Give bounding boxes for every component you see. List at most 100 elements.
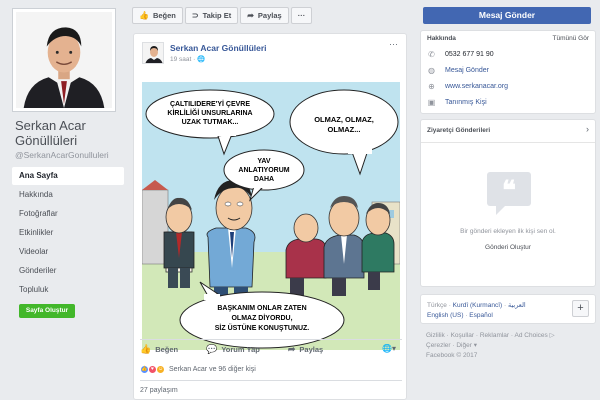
language-kurdish[interactable]: Kurdî (Kurmancî): [453, 302, 503, 309]
nav-item-posts[interactable]: Gönderiler: [12, 262, 124, 280]
nav-item-community[interactable]: Topluluk: [12, 281, 124, 299]
nav-item-about[interactable]: Hakkında: [12, 186, 124, 204]
language-spanish[interactable]: Español: [469, 312, 493, 319]
bubble-2-line-1: OLMAZ, OLMAZ,: [314, 115, 374, 124]
post-author-name[interactable]: Serkan Acar Gönüllüleri: [170, 43, 267, 53]
globe-icon: ⊕: [428, 82, 435, 91]
profile-picture[interactable]: [12, 8, 116, 112]
page-nav: Ana Sayfa Hakkında Fotoğraflar Etkinlikl…: [12, 167, 124, 300]
language-card: Türkçe · Kurdî (Kurmancî) · العربية Engl…: [420, 294, 596, 324]
current-language: Türkçe: [427, 302, 447, 309]
language-english[interactable]: English (US): [427, 312, 463, 319]
svg-text:❝: ❝: [502, 176, 516, 206]
category-row[interactable]: ▣ Tanınmış Kişi: [427, 98, 487, 107]
share-arrow-icon: ➦: [247, 11, 254, 20]
bubble-1-line-3: UZAK TUTMAK...: [182, 119, 239, 126]
bubble-2-line-2: OLMAZ...: [328, 125, 361, 134]
send-message-button[interactable]: Mesaj Gönder: [423, 7, 591, 24]
bubble-3-line-2: ANLATIYORUM: [238, 167, 289, 174]
follow-label: Takip Et: [202, 11, 232, 20]
bubble-4-line-2: OLMAZ DİYORDU,: [231, 314, 292, 322]
like-page-label: Beğen: [152, 11, 176, 20]
about-card: Hakkında Tümünü Gör ✆ 0532 677 91 90 ◍ M…: [420, 30, 596, 114]
haha-reaction-icon: ☺: [156, 364, 165, 374]
post-author-avatar[interactable]: [142, 42, 164, 64]
nav-item-events[interactable]: Etkinlikler: [12, 224, 124, 242]
bubble-1-line-1: ÇALTILIDERE'Yİ ÇEVRE: [170, 100, 250, 108]
comment-icon: 💬: [206, 344, 218, 354]
language-arabic[interactable]: العربية: [508, 302, 526, 309]
post-time: 19 saat: [170, 56, 192, 63]
footer-link-ads[interactable]: Reklamlar: [480, 332, 509, 339]
bubble-4-line-1: BAŞKANIM ONLAR ZATEN: [217, 305, 306, 312]
add-language-button[interactable]: +: [572, 300, 589, 317]
shares-count[interactable]: 27 paylaşım: [140, 380, 402, 394]
bubble-4-line-3: SİZ ÜSTÜNE KONUŞTUNUZ.: [215, 323, 310, 332]
globe-icon: · 🌐: [193, 56, 206, 63]
post-comment-button[interactable]: 💬 Yorum Yap: [206, 344, 260, 355]
footer-copyright: Facebook © 2017: [426, 352, 478, 359]
post-action-bar: 👍 Beğen 💬 Yorum Yap ➦ Paylaş 🌐▾: [140, 339, 402, 359]
divider: [421, 142, 595, 143]
left-column: Serkan Acar Gönüllüleri @SerkanAcarGonul…: [4, 0, 125, 400]
person-icon: ▣: [427, 98, 436, 107]
footer-links: Gizlilik · Koşullar · Reklamlar · Ad Cho…: [426, 332, 555, 359]
about-title: Hakkında: [427, 35, 456, 42]
footer-link-cookies[interactable]: Çerezler: [426, 342, 451, 349]
more-actions-button[interactable]: ···: [290, 7, 313, 24]
message-row[interactable]: ◍ Mesaj Gönder: [427, 66, 489, 75]
avatar-photo: [143, 43, 163, 63]
phone-number: 0532 677 91 90: [445, 51, 494, 58]
follow-button[interactable]: ⊃ Takip Et: [184, 7, 239, 24]
page-action-bar: 👍 Beğen ⊃ Takip Et ➦ Paylaş ···: [132, 7, 314, 24]
post-share-label: Paylaş: [299, 345, 324, 354]
bubble-3-line-1: YAV: [257, 158, 271, 165]
share-page-label: Paylaş: [257, 11, 282, 20]
nav-item-photos[interactable]: Fotoğraflar: [12, 205, 124, 223]
footer-link-ad-choices[interactable]: Ad Choices: [515, 332, 548, 339]
post-share-button[interactable]: ➦ Paylaş: [288, 344, 323, 355]
post-like-button[interactable]: 👍 Beğen: [140, 344, 178, 355]
post-timestamp[interactable]: 19 saat · 🌐: [170, 55, 205, 63]
message-link: Mesaj Gönder: [445, 67, 489, 74]
reactions-text: Serkan Acar ve 96 diğer kişi: [169, 365, 256, 373]
share-arrow-icon: ➦: [287, 344, 296, 354]
page-name[interactable]: Serkan Acar Gönüllüleri: [15, 118, 125, 148]
footer-link-more[interactable]: Diğer: [456, 342, 472, 349]
create-post-link[interactable]: Gönderi Oluştur: [421, 244, 595, 251]
post-card: Serkan Acar Gönüllüleri 19 saat · 🌐 ···: [133, 33, 407, 400]
visitor-posts-title[interactable]: Ziyaretçi Gönderileri: [427, 127, 490, 134]
bubble-3-line-3: DAHA: [254, 176, 274, 183]
category-link: Tanınmış Kişi: [445, 99, 487, 106]
website-row[interactable]: ⊕ www.serkanacar.org: [427, 82, 508, 91]
quote-bubble-icon: ❝: [487, 172, 531, 215]
phone-icon: ✆: [428, 50, 435, 59]
website-link: www.serkanacar.org: [445, 83, 509, 90]
post-comment-label: Yorum Yap: [221, 345, 260, 354]
bubble-1-line-2: KİRLİLİĞİ UNSURLARINA: [167, 108, 252, 117]
page-handle[interactable]: @SerkanAcarGonulluleri: [15, 150, 109, 160]
thumbs-up-icon: 👍: [140, 344, 152, 354]
footer-link-privacy[interactable]: Gizlilik: [426, 332, 445, 339]
footer-link-terms[interactable]: Koşullar: [451, 332, 474, 339]
reactions-summary[interactable]: 👍 ♥ ☺ Serkan Acar ve 96 diğer kişi: [140, 361, 402, 377]
language-list: Türkçe · Kurdî (Kurmancî) · العربية Engl…: [427, 302, 526, 319]
like-page-button[interactable]: 👍 Beğen: [132, 7, 183, 24]
nav-item-home[interactable]: Ana Sayfa: [12, 167, 124, 185]
post-like-label: Beğen: [155, 345, 179, 354]
phone-row[interactable]: ✆ 0532 677 91 90: [427, 50, 494, 59]
see-all-link[interactable]: Tümünü Gör: [553, 35, 590, 42]
rss-icon: ⊃: [191, 11, 199, 20]
globe-icon: 🌐▾: [382, 344, 396, 353]
more-chevron-icon: ▾: [473, 342, 477, 349]
audience-selector[interactable]: 🌐▾: [382, 344, 396, 353]
visitor-posts-card: Ziyaretçi Gönderileri › ❝ Bir gönderi ek…: [420, 119, 596, 287]
create-page-button[interactable]: Sayfa Oluştur: [19, 304, 75, 318]
visitor-empty-text: Bir gönderi ekleyen ilk kişi sen ol.: [460, 228, 556, 235]
share-page-button[interactable]: ➦ Paylaş: [240, 7, 289, 24]
post-cartoon-image[interactable]: ÇALTILIDERE'Yİ ÇEVRE KİRLİLİĞİ UNSURLARI…: [142, 70, 400, 362]
ad-choices-icon: ▷: [549, 332, 555, 339]
nav-item-videos[interactable]: Videolar: [12, 243, 124, 261]
post-options-button[interactable]: ···: [389, 39, 398, 49]
chevron-right-icon[interactable]: ›: [586, 124, 589, 134]
